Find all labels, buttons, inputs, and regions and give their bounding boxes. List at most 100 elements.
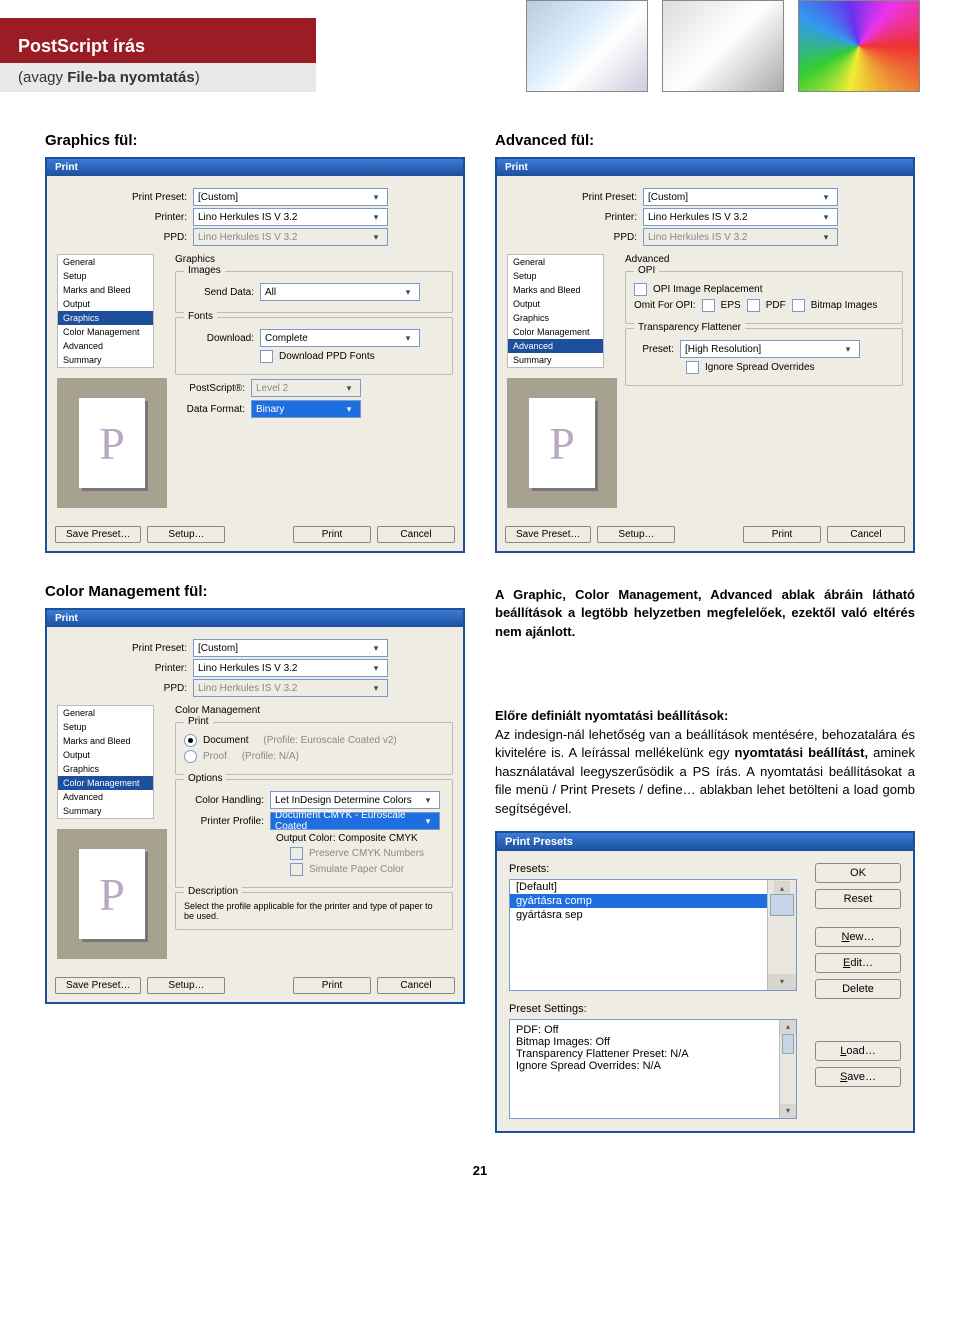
dialog-title: Print Presets: [497, 833, 913, 851]
omit-eps-checkbox[interactable]: [702, 299, 715, 312]
preset-select[interactable]: [Custom]▾: [193, 639, 388, 657]
dialog-title: Print: [47, 610, 463, 627]
radio-document[interactable]: [184, 734, 197, 747]
setup-button[interactable]: Setup…: [147, 526, 225, 543]
printer-profile-select[interactable]: Document CMYK - Euroscale Coated▾: [270, 812, 440, 830]
preserve-cmyk-checkbox: [290, 847, 303, 860]
chevron-down-icon: ▾: [819, 192, 833, 203]
simulate-paper-checkbox: [290, 863, 303, 876]
save-preset-button[interactable]: Save Preset…: [505, 526, 591, 543]
chevron-down-icon: ▾: [342, 383, 356, 394]
new-button[interactable]: New…: [815, 927, 901, 947]
save-button[interactable]: Save…: [815, 1067, 901, 1087]
omit-bitmap-checkbox[interactable]: [792, 299, 805, 312]
radio-proof[interactable]: [184, 750, 197, 763]
color-handling-select[interactable]: Let InDesign Determine Colors▾: [270, 791, 440, 809]
flattener-preset-select[interactable]: [High Resolution]▾: [680, 340, 860, 358]
chevron-down-icon: ▾: [369, 663, 383, 674]
cancel-button[interactable]: Cancel: [827, 526, 905, 543]
dialog-title: Print: [497, 159, 913, 176]
presets-label: Presets:: [509, 863, 797, 875]
list-item: gyártásra sep: [510, 908, 796, 922]
dialog-graphics: Print Print Preset:[Custom]▾ Printer:Lin…: [45, 157, 465, 553]
preset-select[interactable]: [Custom]▾: [643, 188, 838, 206]
chevron-down-icon: ▾: [421, 816, 435, 827]
scrollbar[interactable]: ▴▾: [779, 1020, 796, 1118]
chevron-down-icon: ▾: [369, 232, 383, 243]
cancel-button[interactable]: Cancel: [377, 526, 455, 543]
download-ppd-checkbox[interactable]: [260, 350, 273, 363]
thumb-monitor: [526, 0, 648, 92]
chevron-down-icon: ▾: [369, 192, 383, 203]
postscript-select: Level 2▾: [251, 379, 361, 397]
printer-select[interactable]: Lino Herkules IS V 3.2▾: [193, 659, 388, 677]
ignore-overrides-checkbox[interactable]: [686, 361, 699, 374]
chevron-down-icon: ▾: [819, 212, 833, 223]
send-data-select[interactable]: All▾: [260, 283, 420, 301]
load-button[interactable]: Load…: [815, 1041, 901, 1061]
paragraph-summary: A Graphic, Color Management, Advanced ab…: [495, 586, 915, 641]
scroll-up-icon: ▴: [780, 1020, 796, 1034]
preset-settings-box: PDF: Off Bitmap Images: Off Transparency…: [509, 1019, 797, 1119]
dialog-advanced: Print Print Preset:[Custom]▾ Printer:Lin…: [495, 157, 915, 553]
setup-button[interactable]: Setup…: [147, 977, 225, 994]
chevron-down-icon: ▾: [401, 333, 415, 344]
scroll-thumb: [782, 1034, 794, 1054]
chevron-down-icon: ▾: [369, 212, 383, 223]
scrollbar[interactable]: ▴▾: [767, 880, 796, 990]
dialog-color-mgmt: Print Print Preset:[Custom]▾ Printer:Lin…: [45, 608, 465, 1004]
presets-list[interactable]: [Default] gyártásra comp gyártásra sep ▴…: [509, 879, 797, 991]
scroll-down-icon: ▾: [768, 974, 796, 990]
reset-button[interactable]: Reset: [815, 889, 901, 909]
preset-select[interactable]: [Custom]▾: [193, 188, 388, 206]
print-button[interactable]: Print: [293, 526, 371, 543]
category-list[interactable]: GeneralSetupMarks and BleedOutputGraphic…: [57, 705, 154, 819]
list-item: gyártásra comp: [510, 894, 796, 908]
page-preview: P: [57, 378, 167, 508]
section-advanced: Advanced fül:: [495, 132, 915, 149]
print-button[interactable]: Print: [743, 526, 821, 543]
save-preset-button[interactable]: Save Preset…: [55, 526, 141, 543]
chevron-down-icon: ▾: [369, 683, 383, 694]
subtitle: (avagy File-ba nyomtatás): [0, 63, 316, 92]
download-select[interactable]: Complete▾: [260, 329, 420, 347]
printer-select[interactable]: Lino Herkules IS V 3.2▾: [193, 208, 388, 226]
data-format-select[interactable]: Binary▾: [251, 400, 361, 418]
printer-select[interactable]: Lino Herkules IS V 3.2▾: [643, 208, 838, 226]
chevron-down-icon: ▾: [369, 643, 383, 654]
dialog-print-presets: Print Presets Presets: [Default] gyártás…: [495, 831, 915, 1133]
page-preview: P: [507, 378, 617, 508]
scroll-down-icon: ▾: [780, 1104, 796, 1118]
header-red-band: PostScript írás: [0, 18, 316, 63]
cancel-button[interactable]: Cancel: [377, 977, 455, 994]
ppd-select: Lino Herkules IS V 3.2▾: [643, 228, 838, 246]
ok-button[interactable]: OK: [815, 863, 901, 883]
setup-button[interactable]: Setup…: [597, 526, 675, 543]
category-list[interactable]: GeneralSetupMarks and BleedOutputGraphic…: [507, 254, 604, 368]
ppd-select: Lino Herkules IS V 3.2▾: [193, 679, 388, 697]
save-preset-button[interactable]: Save Preset…: [55, 977, 141, 994]
opi-replace-checkbox[interactable]: [634, 283, 647, 296]
chevron-down-icon: ▾: [421, 795, 435, 806]
page-number: 21: [45, 1163, 915, 1178]
chevron-down-icon: ▾: [401, 287, 415, 298]
print-button[interactable]: Print: [293, 977, 371, 994]
thumb-swatches: [798, 0, 920, 92]
preset-settings-label: Preset Settings:: [509, 1003, 797, 1015]
scroll-thumb: [770, 894, 794, 916]
section-graphics: Graphics fül:: [45, 132, 465, 149]
delete-button[interactable]: Delete: [815, 979, 901, 999]
category-list[interactable]: GeneralSetupMarks and BleedOutputGraphic…: [57, 254, 154, 368]
page-preview: P: [57, 829, 167, 959]
chevron-down-icon: ▾: [841, 344, 855, 355]
thumb-printer: [662, 0, 784, 92]
chevron-down-icon: ▾: [342, 404, 356, 415]
edit-button[interactable]: Edit…: [815, 953, 901, 973]
list-item: [Default]: [510, 880, 796, 894]
omit-pdf-checkbox[interactable]: [747, 299, 760, 312]
page-title: PostScript írás: [18, 36, 298, 57]
section-color-mgmt: Color Management fül:: [45, 583, 465, 600]
dialog-title: Print: [47, 159, 463, 176]
paragraph-presets: Előre definiált nyomtatási beállítások: …: [495, 707, 915, 818]
header-thumbnails: [526, 0, 920, 92]
